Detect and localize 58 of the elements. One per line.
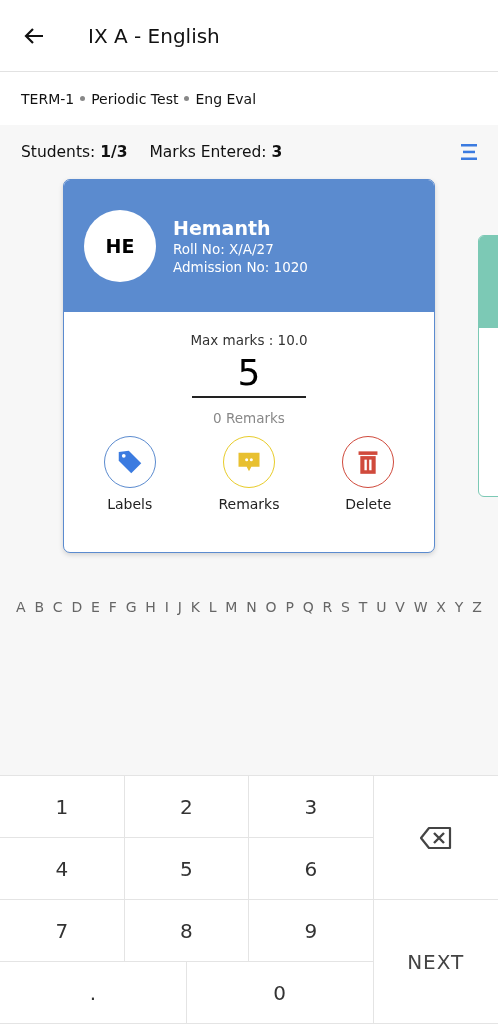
avatar: HE xyxy=(84,210,156,282)
separator-dot xyxy=(80,96,86,101)
alphabet-letter[interactable]: F xyxy=(108,599,117,615)
alphabet-letter[interactable]: J xyxy=(177,599,182,615)
students-count: Students: 1/3 xyxy=(21,143,128,161)
alphabet-letter[interactable]: L xyxy=(208,599,217,615)
breadcrumb-item: TERM-1 xyxy=(21,90,75,107)
marks-entered-count: Marks Entered: 3 xyxy=(149,143,283,161)
alphabet-letter[interactable]: G xyxy=(125,599,137,615)
keypad-key[interactable]: 3 xyxy=(249,776,374,838)
alphabet-letter[interactable]: N xyxy=(246,599,257,615)
delete-button[interactable]: Delete xyxy=(318,436,419,512)
keypad-key[interactable]: 1 xyxy=(0,776,125,838)
alphabet-letter[interactable]: T xyxy=(358,599,368,615)
alphabet-letter[interactable]: K xyxy=(190,599,200,615)
alphabet-letter[interactable]: S xyxy=(341,599,350,615)
keypad-key[interactable]: . xyxy=(0,962,187,1024)
alphabet-letter[interactable]: H xyxy=(145,599,156,615)
separator-dot xyxy=(184,96,190,101)
max-marks: Max marks : 10.0 xyxy=(190,332,308,348)
keypad-key[interactable]: 0 xyxy=(186,962,374,1024)
alphabet-letter[interactable]: V xyxy=(395,599,405,615)
alphabet-letter[interactable]: P xyxy=(285,599,294,615)
menu-icon xyxy=(461,144,477,160)
alphabet-letter[interactable]: C xyxy=(52,599,63,615)
alphabet-letter[interactable]: A xyxy=(16,599,26,615)
remarks-button[interactable]: Remarks xyxy=(199,436,299,512)
alphabet-letter[interactable]: R xyxy=(322,599,333,615)
alphabet-letter[interactable]: Y xyxy=(454,599,464,615)
breadcrumb-item: Eng Eval xyxy=(195,90,257,107)
backspace-icon xyxy=(418,825,453,850)
keypad-key[interactable]: 7 xyxy=(0,900,125,962)
keypad-key[interactable]: 9 xyxy=(249,900,374,962)
menu-button[interactable] xyxy=(461,144,477,160)
alphabet-letter[interactable]: B xyxy=(34,599,44,615)
alphabet-letter[interactable]: D xyxy=(71,599,83,615)
alphabet-letter[interactable]: M xyxy=(225,599,238,615)
alphabet-letter[interactable]: U xyxy=(376,599,387,615)
alphabet-letter[interactable]: I xyxy=(164,599,169,615)
student-name: Hemanth xyxy=(173,216,272,240)
alphabet-letter[interactable]: E xyxy=(91,599,100,615)
keypad-key[interactable]: 2 xyxy=(124,776,249,838)
roll-number: Roll No: X/A/27 xyxy=(173,240,275,258)
page-title: IX A - English xyxy=(88,23,220,48)
alphabet-letter[interactable]: Z xyxy=(472,599,482,615)
labels-button[interactable]: Labels xyxy=(79,436,180,512)
breadcrumb-item: Periodic Test xyxy=(91,90,179,107)
alphabet-letter[interactable]: Q xyxy=(302,599,314,615)
remarks-count: 0 Remarks xyxy=(213,410,285,426)
mark-field[interactable]: 5 xyxy=(192,350,306,398)
keypad-key[interactable]: 6 xyxy=(249,838,374,900)
alphabet-letter[interactable]: O xyxy=(265,599,277,615)
keypad-key[interactable]: 4 xyxy=(0,838,125,900)
keypad-key[interactable]: 8 xyxy=(124,900,249,962)
alphabet-letter[interactable]: W xyxy=(413,599,428,615)
admission-number: Admission No: 1020 xyxy=(173,258,308,276)
keypad-key[interactable]: 5 xyxy=(124,838,249,900)
alphabet-letter[interactable]: X xyxy=(436,599,446,615)
